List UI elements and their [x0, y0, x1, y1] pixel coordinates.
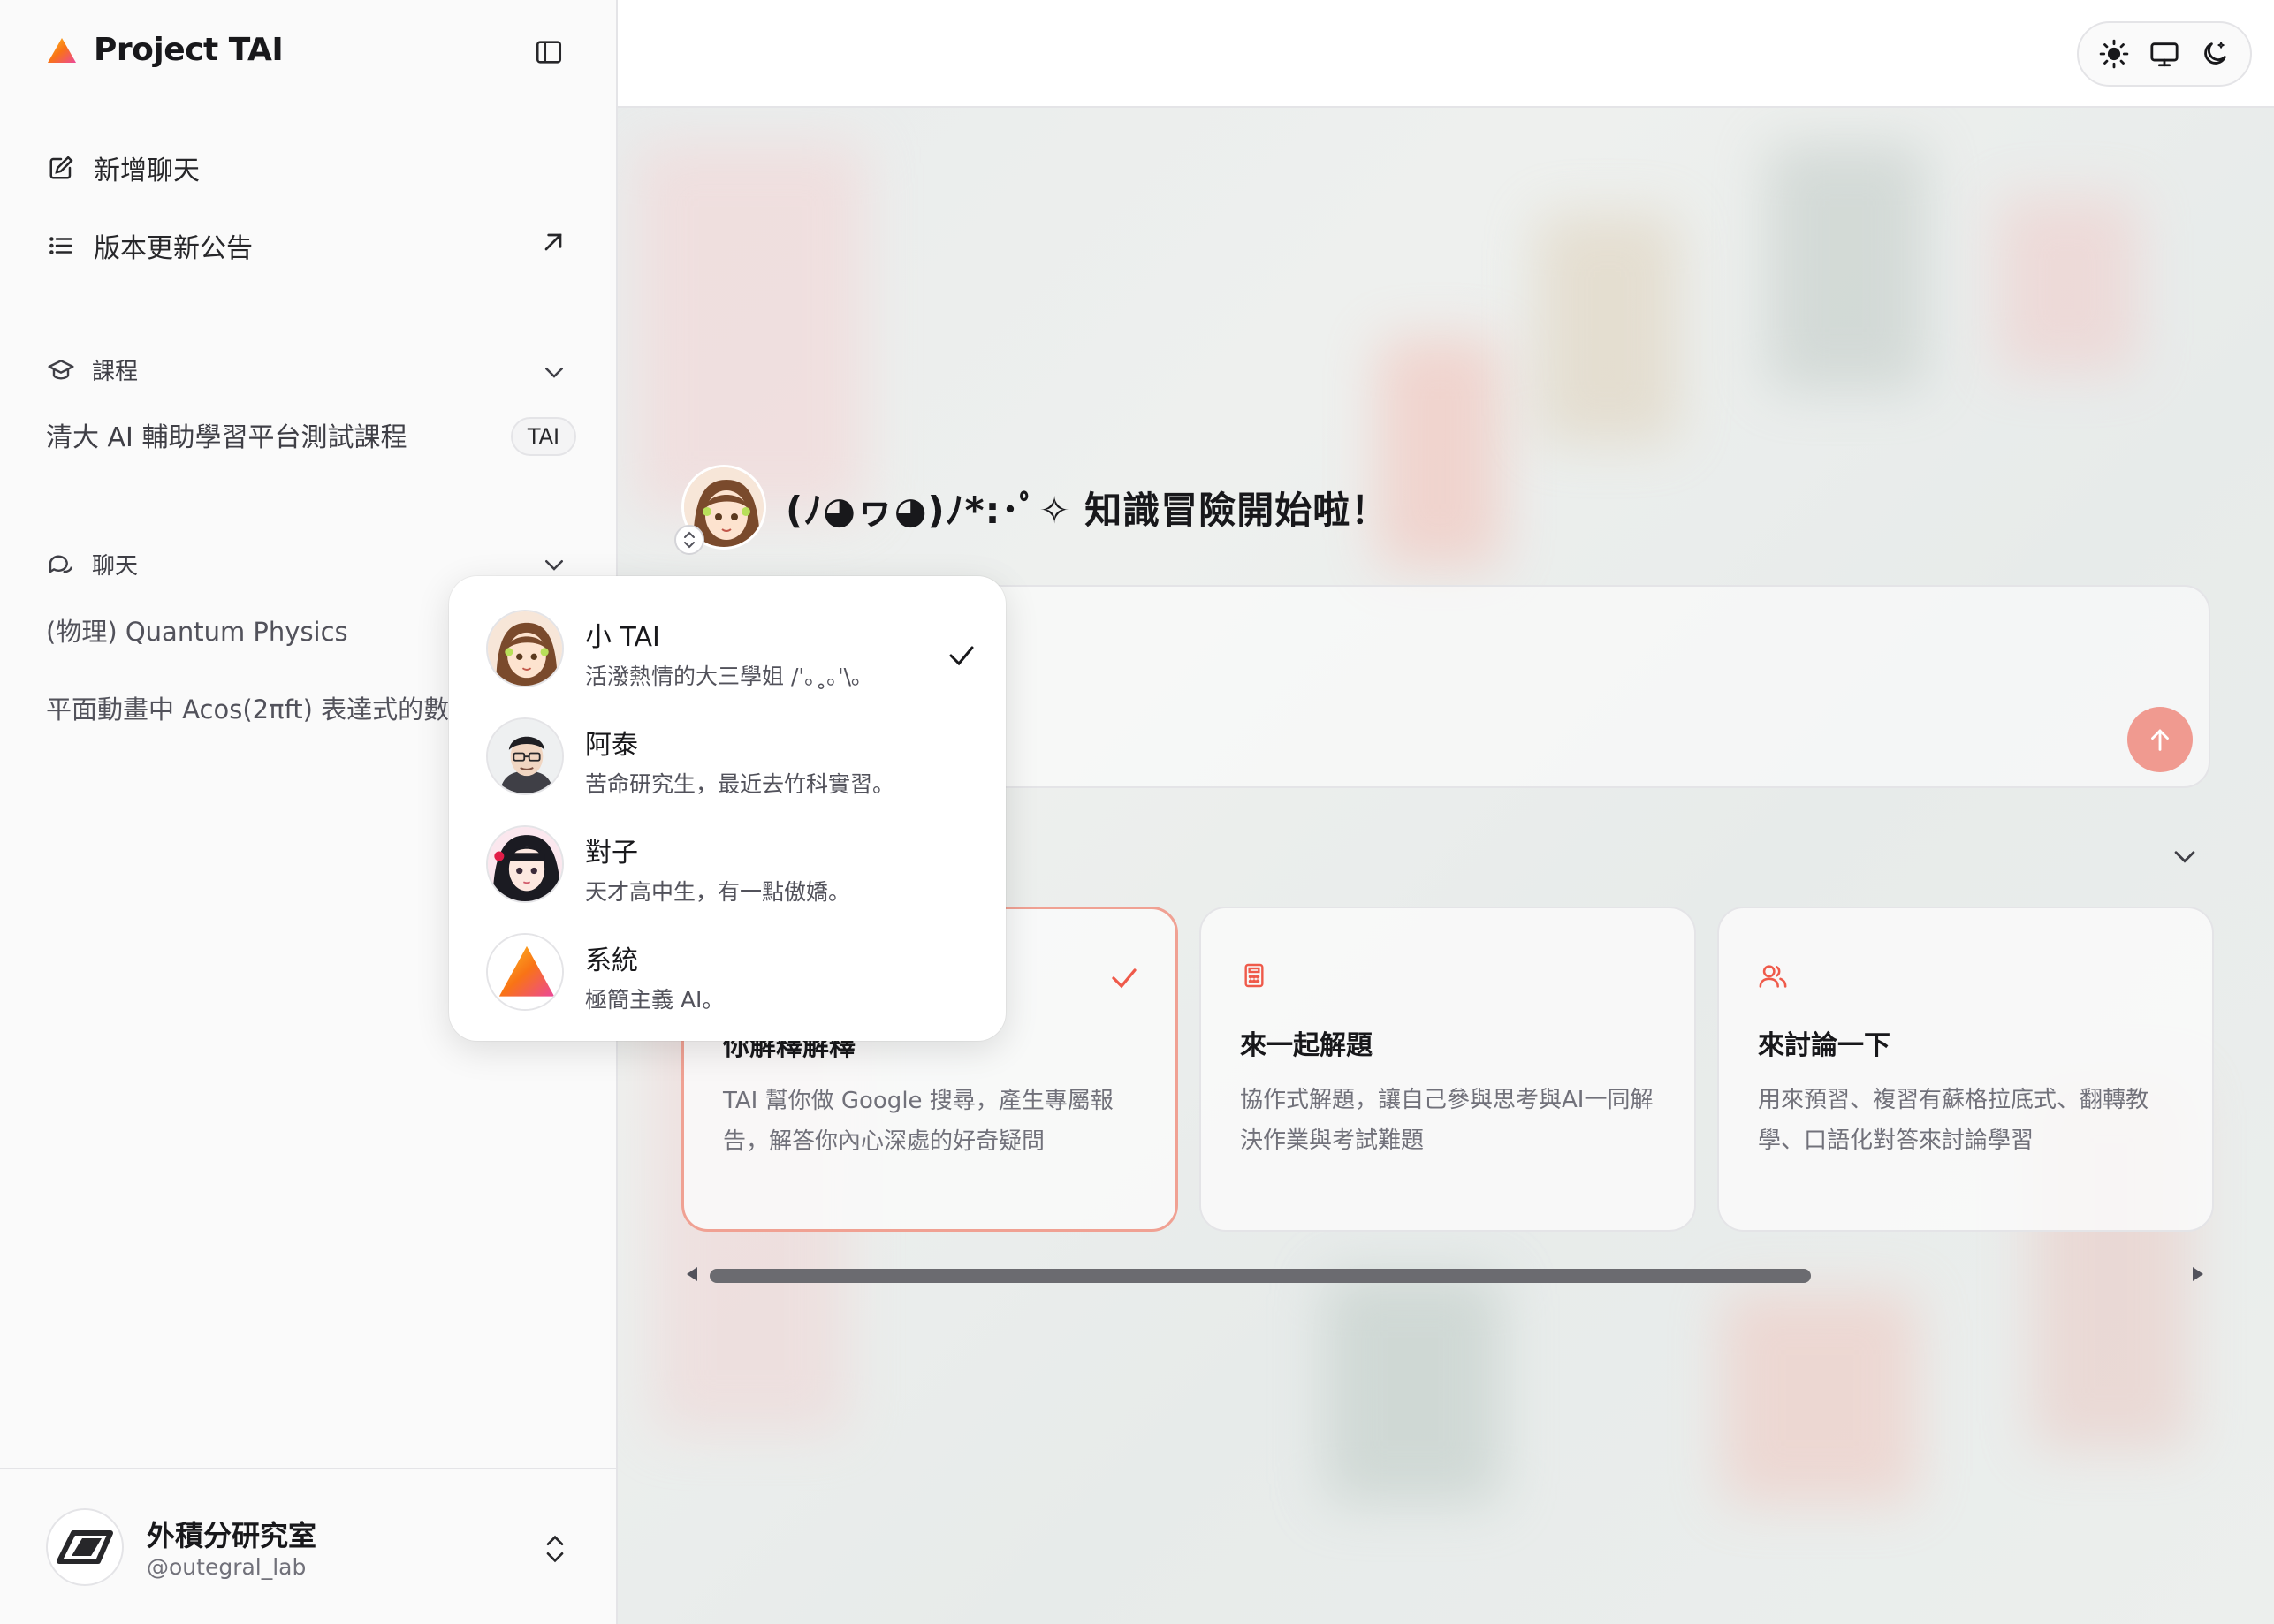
background-decor: [1767, 143, 1926, 391]
graduation-cap-icon: [46, 355, 76, 385]
courses-heading: 課程: [92, 359, 139, 385]
sun-icon[interactable]: [2097, 37, 2131, 71]
check-icon: [946, 640, 977, 672]
persona-switch-icon[interactable]: [674, 525, 704, 555]
courses-section-header[interactable]: 課程: [46, 353, 138, 386]
background-decor: [1996, 196, 2138, 373]
chat-bubbles-icon: [46, 550, 76, 580]
persona-description: 天才高中生，有一點傲嬌。: [585, 879, 851, 905]
persona-avatar: [486, 933, 564, 1011]
persona-option[interactable]: 阿泰 苦命研究生，最近去竹科實習。: [479, 710, 983, 797]
brand[interactable]: Project TAI: [46, 32, 284, 68]
sidebar-toggle-icon[interactable]: [534, 37, 564, 67]
persona-name: 系統: [585, 945, 638, 976]
mode-title: 來討論一下: [1758, 1030, 1890, 1061]
user-menu[interactable]: 外積分研究室 @outegral_lab: [0, 1468, 616, 1624]
persona-description: 極簡主義 AI。: [585, 987, 725, 1013]
persona-option[interactable]: 對子 天才高中生，有一點傲嬌。: [479, 818, 983, 905]
theme-switcher[interactable]: [2077, 21, 2252, 87]
page-title: (ﾉ◕ヮ◕)ﾉ*:･ﾟ✧ 知識冒險開始啦！: [786, 488, 1389, 532]
logo-icon: [46, 36, 78, 65]
send-button[interactable]: [2127, 707, 2193, 772]
check-icon: [1108, 962, 1140, 994]
persona-name: 對子: [585, 838, 638, 869]
background-decor: [1723, 1292, 1917, 1504]
background-decor: [1537, 214, 1678, 444]
persona-name: 小 TAI: [585, 622, 660, 653]
changelog-label: 版本更新公告: [94, 233, 253, 264]
new-chat-label: 新增聊天: [94, 156, 200, 186]
persona-option[interactable]: 小 TAI 活潑熱情的大三學姐 /'｡˳｡'\｡: [479, 603, 983, 689]
horizontal-scrollbar[interactable]: [710, 1269, 1811, 1283]
mode-card-solve[interactable]: 來一起解題 協作式解題，讓自己參與思考與AI一同解決作業與考試難題: [1199, 907, 1696, 1232]
persona-name: 阿泰: [585, 730, 638, 761]
moon-icon[interactable]: [2198, 37, 2232, 71]
background-decor: [635, 143, 865, 514]
external-link-icon[interactable]: [539, 228, 567, 256]
app-name: Project TAI: [94, 32, 284, 68]
mode-description: 用來預習、複習有蘇格拉底式、翻轉教學、口語化對答來討論學習: [1758, 1087, 2149, 1154]
hero: (ﾉ◕ヮ◕)ﾉ*:･ﾟ✧ 知識冒險開始啦！: [681, 465, 1388, 550]
chevron-down-icon[interactable]: [541, 551, 567, 578]
mode-card-discuss[interactable]: 來討論一下 用來預習、複習有蘇格拉底式、翻轉教學、口語化對答來討論學習: [1717, 907, 2214, 1232]
calculator-icon: [1240, 961, 1270, 991]
persona-option[interactable]: 系統 極簡主義 AI。: [479, 926, 983, 1013]
mode-description: TAI 幫你做 Google 搜尋，產生專屬報告，解答你內心深處的好奇疑問: [723, 1088, 1114, 1155]
user-name: 外積分研究室: [147, 1519, 317, 1552]
chats-section-header[interactable]: 聊天: [46, 548, 138, 581]
avatar: [46, 1508, 124, 1586]
topbar: [618, 0, 2274, 108]
scroll-left-arrow[interactable]: [687, 1267, 697, 1281]
persona-avatar: [486, 610, 564, 687]
persona-dropdown: 小 TAI 活潑熱情的大三學姐 /'｡˳｡'\｡ 阿泰 苦命研究生，最近去竹科實…: [449, 576, 1006, 1041]
chats-heading: 聊天: [92, 553, 139, 580]
course-item[interactable]: 清大 AI 輔助學習平台測試課程: [46, 415, 407, 454]
persona-avatar: [486, 717, 564, 795]
chat-item[interactable]: 平面動畫中 Acos(2πft) 表達式的數: [46, 689, 449, 726]
monitor-icon[interactable]: [2148, 37, 2181, 71]
persona-description: 活潑熱情的大三學姐 /'｡˳｡'\｡: [585, 664, 863, 689]
course-badge: TAI: [511, 417, 576, 456]
chevron-down-icon[interactable]: [541, 359, 567, 385]
scroll-right-arrow[interactable]: [2193, 1267, 2203, 1281]
chat-item[interactable]: (物理) Quantum Physics: [46, 611, 348, 649]
chevrons-up-down-icon[interactable]: [541, 1531, 569, 1567]
edit-icon: [46, 153, 76, 183]
user-handle: @outegral_lab: [147, 1554, 307, 1580]
chevron-down-icon[interactable]: [2170, 841, 2200, 871]
new-chat-button[interactable]: 新增聊天: [46, 148, 200, 187]
users-icon: [1758, 961, 1788, 991]
mode-description: 協作式解題，讓自己參與思考與AI一同解決作業與考試難題: [1240, 1087, 1654, 1154]
background-decor: [1378, 338, 1502, 567]
background-decor: [1325, 1274, 1502, 1504]
persona-avatar: [486, 825, 564, 903]
changelog-link[interactable]: 版本更新公告: [46, 226, 253, 265]
mode-title: 來一起解題: [1240, 1030, 1373, 1061]
list-icon: [46, 231, 76, 261]
persona-description: 苦命研究生，最近去竹科實習。: [585, 771, 895, 797]
